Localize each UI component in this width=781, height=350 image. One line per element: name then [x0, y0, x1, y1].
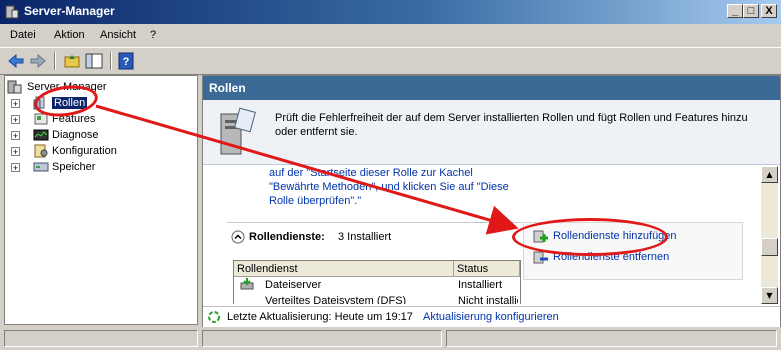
table-cell-status: Installiert [458, 279, 503, 291]
pane-description: Prüft die Fehlerfreiheit der auf dem Ser… [275, 112, 748, 138]
tree-item-features[interactable]: + Features [11, 112, 191, 128]
server-manager-icon [5, 5, 19, 19]
close-button[interactable]: X [761, 4, 777, 18]
roles-server-icon [220, 107, 256, 155]
expand-icon[interactable]: + [11, 147, 20, 157]
annotation-circle-add-services [512, 218, 668, 256]
expand-icon[interactable]: + [11, 163, 20, 173]
menu-ansicht[interactable]: Ansicht [100, 29, 136, 41]
installed-icon [240, 278, 254, 290]
scroll-up-button[interactable]: ▲ [761, 166, 778, 183]
menu-bar: Datei Aktion Ansicht ? [0, 26, 781, 46]
back-arrow-icon[interactable] [6, 51, 26, 71]
tree-item-speicher[interactable]: + Speicher [11, 160, 191, 176]
pane-title: Rollen [209, 81, 246, 95]
status-pane [202, 330, 442, 347]
pane-header: Rollen [203, 76, 780, 100]
pane-content: auf der "Startseite dieser Rolle zur Kac… [207, 166, 759, 304]
status-pane [4, 330, 198, 347]
tree-item-label: Speicher [52, 161, 96, 173]
expand-icon[interactable]: + [11, 115, 20, 125]
partial-text-line: "Bewährte Methoden", und klicken Sie auf… [269, 181, 509, 193]
refresh-icon [208, 311, 220, 323]
table-row[interactable]: Dateiserver Installiert [234, 277, 520, 293]
tree-item-konfiguration[interactable]: + Konfiguration [11, 144, 191, 160]
scroll-down-button[interactable]: ▼ [761, 287, 778, 304]
pane-footer: Letzte Aktualisierung: Heute um 19:17 Ak… [203, 306, 780, 327]
toolbar-separator [54, 52, 56, 70]
table-cell-name: Dateiserver [265, 279, 322, 291]
toolbar: ? [0, 47, 781, 75]
show-hide-console-tree-icon[interactable] [84, 51, 104, 71]
partial-text-line: Rolle überprüfen"." [269, 195, 362, 207]
description-panel: Prüft die Fehlerfreiheit der auf dem Ser… [203, 100, 780, 165]
table-cell-status: Nicht installiert [458, 295, 518, 304]
maximize-button[interactable]: □ [743, 4, 759, 18]
toolbar-separator [110, 52, 112, 70]
help-icon[interactable]: ? [116, 51, 136, 71]
tree-item-diagnose[interactable]: + Diagnose [11, 128, 191, 144]
column-header-status[interactable]: Status [454, 261, 520, 277]
tree-item-label: Konfiguration [52, 145, 117, 157]
role-services-table: Rollendienst Status Dateiserver Installi… [233, 260, 521, 304]
configuration-icon [34, 144, 48, 158]
storage-icon [33, 162, 49, 172]
menu-datei[interactable]: Datei [10, 29, 36, 41]
status-pane [446, 330, 777, 347]
expand-icon[interactable]: + [11, 99, 20, 109]
last-refresh-text: Letzte Aktualisierung: Heute um 19:17 [227, 311, 413, 323]
details-pane: Rollen Prüft die Fehlerfreiheit der auf … [202, 75, 781, 327]
partial-text-block: auf der "Startseite dieser Rolle zur Kac… [269, 166, 509, 208]
title-bar[interactable]: Server-Manager _ □ X [0, 0, 781, 24]
diagnostics-icon [33, 129, 49, 141]
column-header-rollendienst[interactable]: Rollendienst [234, 261, 454, 277]
section-count: 3 Installiert [338, 231, 392, 243]
status-bar [0, 327, 781, 350]
collapse-icon[interactable] [231, 230, 245, 244]
scroll-thumb[interactable] [761, 238, 778, 256]
menu-aktion[interactable]: Aktion [54, 29, 85, 41]
expand-icon[interactable]: + [11, 131, 20, 141]
up-folder-icon[interactable] [62, 51, 82, 71]
configure-refresh-link[interactable]: Aktualisierung konfigurieren [423, 311, 559, 323]
vertical-scrollbar[interactable]: ▲ ▼ [761, 166, 778, 304]
section-title: Rollendienste: [249, 231, 325, 243]
forward-arrow-icon[interactable] [28, 51, 48, 71]
server-manager-window: Server-Manager _ □ X Datei Aktion Ansich… [0, 0, 781, 350]
svg-text:?: ? [123, 56, 130, 68]
console-tree: Server-Manager + Rollen + Features + Dia… [4, 75, 198, 325]
window-title: Server-Manager [24, 4, 115, 18]
server-icon [7, 80, 22, 94]
menu-help[interactable]: ? [150, 29, 156, 41]
tree-item-label: Diagnose [52, 129, 99, 141]
minimize-button[interactable]: _ [727, 4, 743, 18]
table-cell-name: Verteiltes Dateisystem (DFS) [265, 295, 407, 304]
partial-text-line: auf der "Startseite dieser Rolle zur Kac… [269, 167, 473, 179]
table-row[interactable]: Verteiltes Dateisystem (DFS) Nicht insta… [234, 293, 520, 304]
